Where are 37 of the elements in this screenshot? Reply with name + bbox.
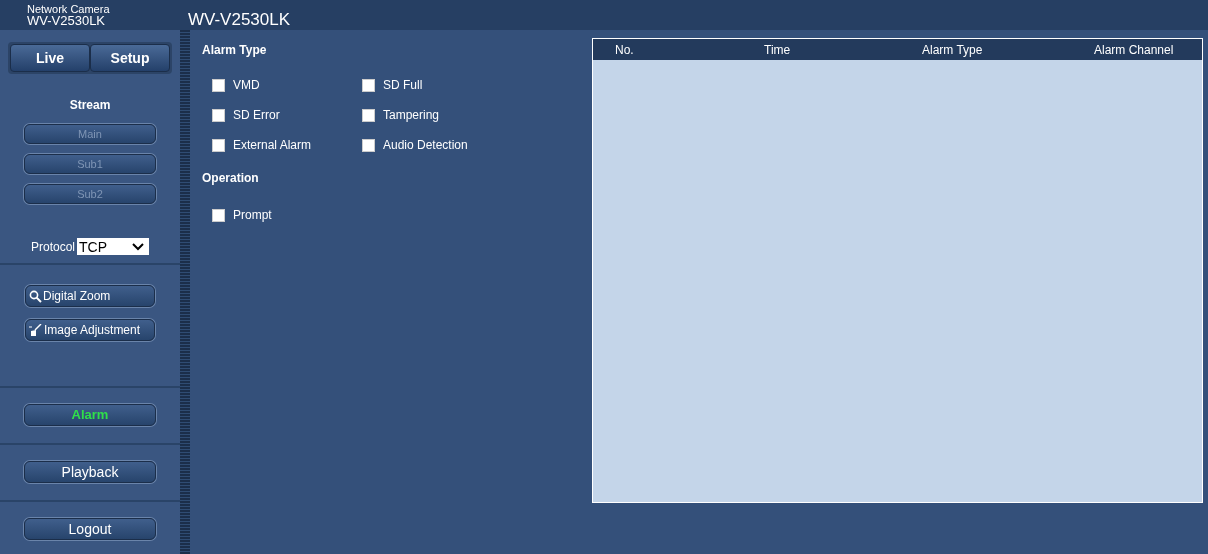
checkbox-label: External Alarm bbox=[233, 138, 312, 152]
mode-button[interactable]: Setup bbox=[90, 44, 170, 72]
mode-button[interactable]: Live bbox=[10, 44, 90, 72]
checkbox[interactable] bbox=[212, 208, 225, 222]
brand-name: Network Camera bbox=[27, 4, 111, 15]
tool-button[interactable]: Image Adjustment bbox=[25, 319, 155, 341]
nav-button[interactable]: Logout bbox=[24, 517, 156, 540]
column-header: Time bbox=[763, 42, 792, 57]
checkbox[interactable] bbox=[212, 78, 225, 92]
checkbox[interactable] bbox=[362, 138, 375, 152]
nav-button[interactable]: Playback bbox=[24, 460, 156, 483]
checkbox-label: Tampering bbox=[383, 108, 440, 122]
section-title: Operation bbox=[202, 171, 260, 185]
magnifier-icon bbox=[29, 289, 42, 303]
section-title: Alarm Type bbox=[202, 43, 268, 57]
page-title: WV-V2530LK bbox=[187, 9, 291, 30]
checkbox[interactable] bbox=[212, 138, 225, 152]
checkbox-label: SD Full bbox=[383, 78, 423, 92]
checkbox[interactable] bbox=[362, 78, 375, 92]
chevron-icon bbox=[132, 242, 144, 251]
checkbox[interactable] bbox=[212, 108, 225, 122]
column-header: Alarm Channel bbox=[1093, 42, 1175, 57]
checkbox-label: Prompt bbox=[233, 208, 272, 222]
column-header: No. bbox=[614, 42, 635, 57]
checkbox-label: SD Error bbox=[233, 108, 280, 122]
tool-button[interactable]: Digital Zoom bbox=[25, 285, 155, 307]
column-header: Alarm Type bbox=[922, 42, 984, 57]
section-title: Stream bbox=[69, 98, 111, 112]
model-name: WV-V2530LK bbox=[27, 15, 107, 27]
checkbox[interactable] bbox=[362, 108, 375, 122]
protocol-select[interactable]: TCP bbox=[77, 238, 149, 255]
checkbox-label: Audio Detection bbox=[383, 138, 468, 152]
splitter-handle[interactable] bbox=[180, 30, 190, 554]
nav-button[interactable]: Alarm bbox=[24, 403, 156, 426]
checkbox-label: VMD bbox=[233, 78, 260, 92]
brush-icon bbox=[29, 323, 43, 337]
protocol-label: Protocol bbox=[31, 239, 75, 254]
